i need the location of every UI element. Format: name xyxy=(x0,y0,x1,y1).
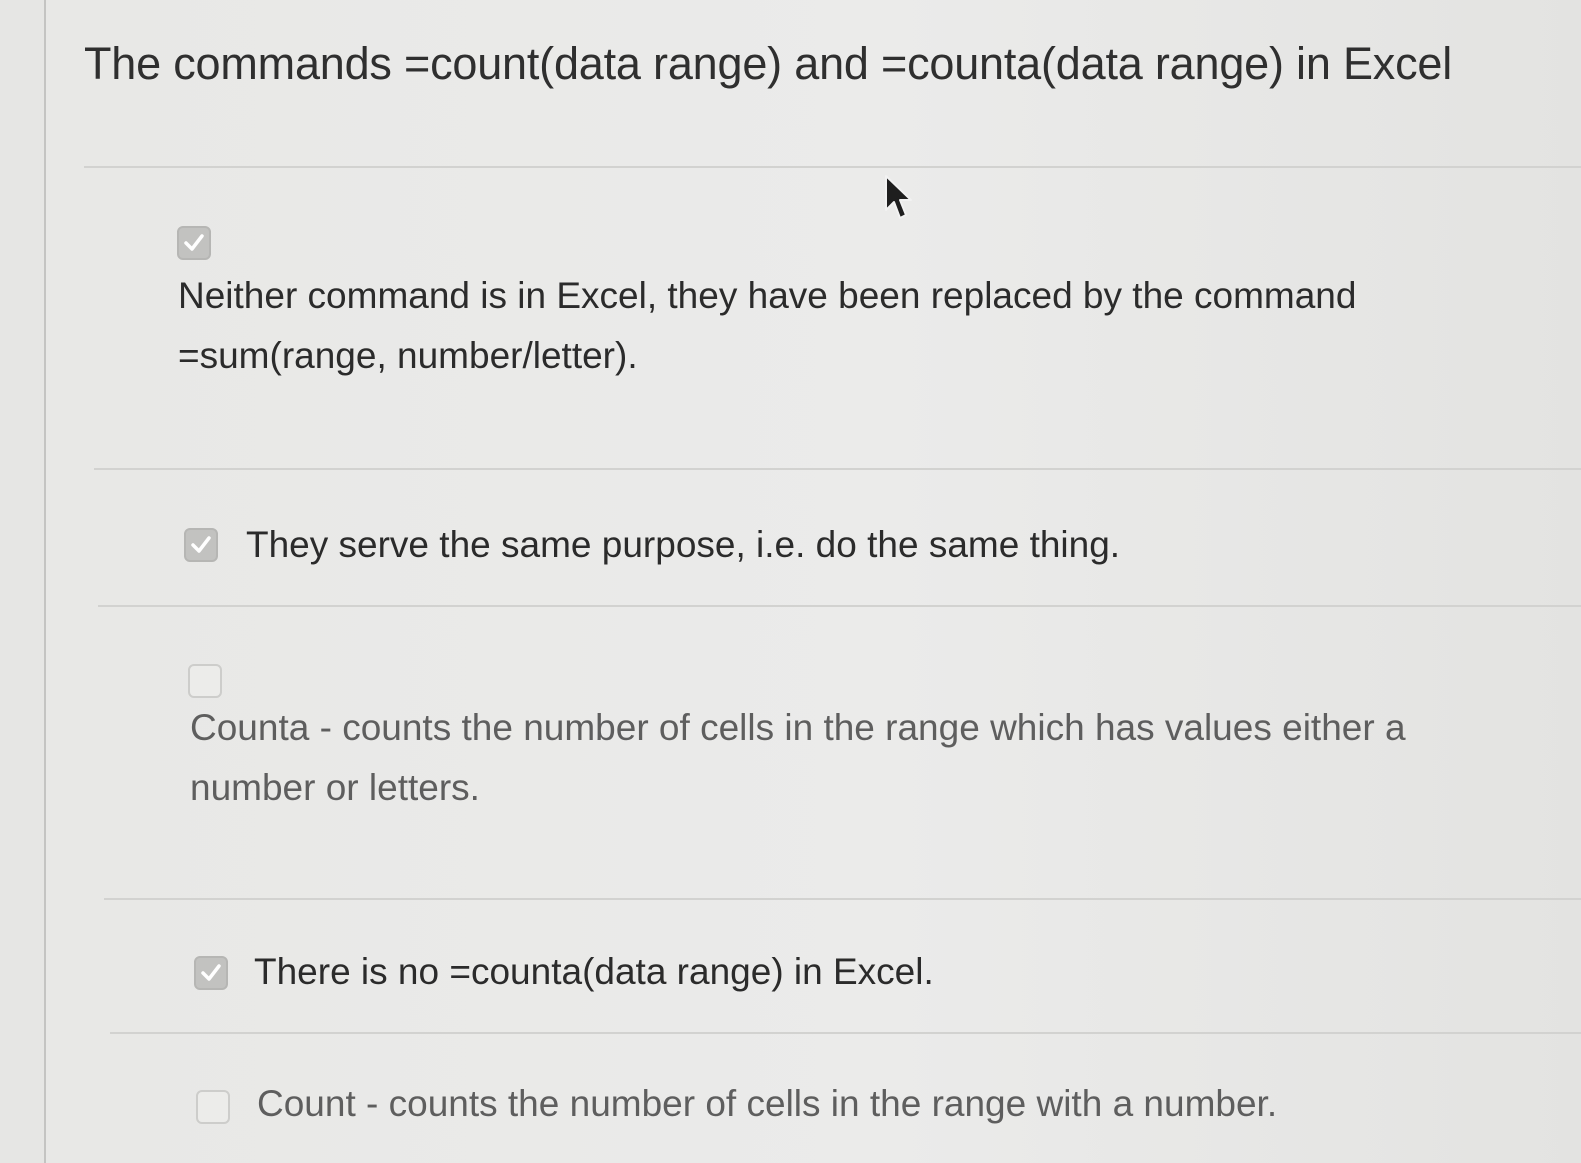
check-icon xyxy=(184,234,204,251)
option-4-label[interactable]: There is no =counta(data range) in Excel… xyxy=(254,942,1454,1002)
divider xyxy=(110,1032,1581,1034)
option-2-checkbox[interactable] xyxy=(184,528,218,562)
option-1-checkbox[interactable] xyxy=(177,226,211,260)
question-title: The commands =count(data range) and =cou… xyxy=(84,38,1453,89)
option-4-checkbox[interactable] xyxy=(194,956,228,990)
option-5-label[interactable]: Count - counts the number of cells in th… xyxy=(257,1074,1507,1134)
option-2-label[interactable]: They serve the same purpose, i.e. do the… xyxy=(246,515,1446,575)
option-5-checkbox[interactable] xyxy=(196,1090,230,1124)
option-3-checkbox[interactable] xyxy=(188,664,222,698)
mouse-pointer-icon xyxy=(885,175,912,219)
check-icon xyxy=(191,536,211,553)
divider xyxy=(98,605,1581,607)
option-3-label[interactable]: Counta - counts the number of cells in t… xyxy=(190,698,1490,818)
option-1-label[interactable]: Neither command is in Excel, they have b… xyxy=(178,266,1448,386)
divider xyxy=(104,898,1581,900)
divider xyxy=(84,166,1581,168)
divider xyxy=(94,468,1581,470)
check-icon xyxy=(201,964,221,981)
left-frame xyxy=(0,0,46,1163)
